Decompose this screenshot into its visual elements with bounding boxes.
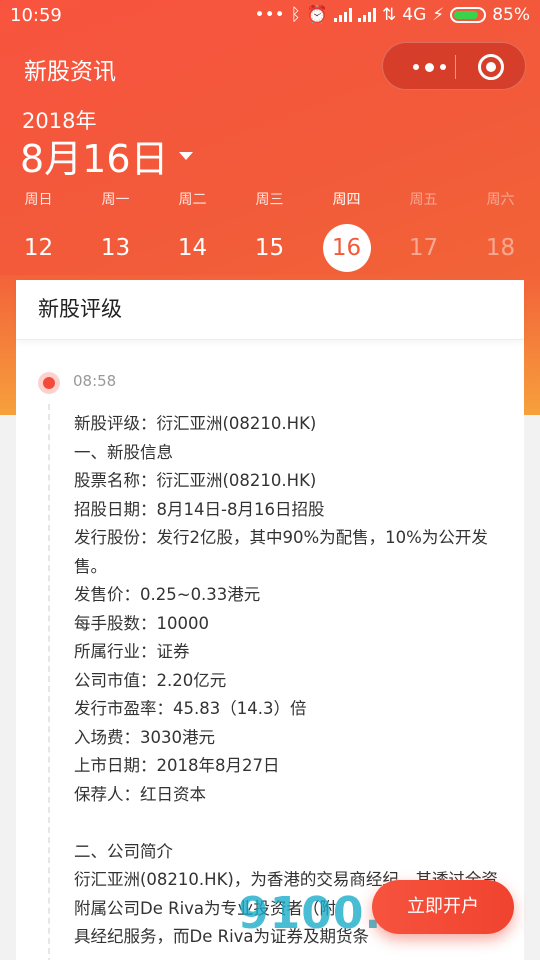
week-day[interactable]: 周六 18 [462,188,539,272]
info-line: 所属行业：证券 [74,642,190,661]
info-line: 招股日期：8月14日-8月16日招股 [74,499,325,519]
weekday-label: 周五 [409,192,438,208]
entry-content[interactable]: 新股评级：衍汇亚洲(08210.HK) 一、新股信息 股票名称：衍汇亚洲(082… [74,410,514,952]
battery-icon [450,7,487,23]
info-line: 发行市盈率：45.83（14.3）倍 [74,699,307,718]
timeline-line [48,404,50,960]
entry-headline: 新股评级：衍汇亚洲(08210.HK) [74,414,317,433]
day-number: 16 [322,224,371,272]
mini-program-capsule [382,42,526,90]
news-card: 新股评级 08:58 新股评级：衍汇亚洲(08210.HK) 一、新股信息 股票… [16,280,524,960]
alarm-icon: ⏰ [306,5,329,25]
weekday-label: 周四 [332,192,361,208]
entry-time: 08:58 [73,372,117,390]
info-line: 发行股份：发行2亿股，其中90%为配售，10%为公开发售。 [74,528,488,576]
charging-icon: ⚡ [432,5,445,25]
day-number: 18 [485,235,516,261]
signal-icon [334,8,353,22]
info-line: 每手股数：10000 [74,613,209,633]
day-number: 14 [177,235,208,261]
info-line: 股票名称：衍汇亚洲(08210.HK) [74,471,317,490]
day-number: 17 [408,235,439,261]
signal-icon [358,8,377,22]
network-type: 4G [402,5,427,25]
section-heading: 一、新股信息 [74,442,173,462]
card-title: 新股评级 [16,280,524,340]
day-number: 13 [100,235,131,261]
page-title: 新股资讯 [24,59,116,85]
weekday-label: 周二 [178,192,207,208]
info-line: 公司市值：2.20亿元 [74,670,227,690]
info-line: 保荐人：红日资本 [74,784,206,804]
bluetooth-icon: ᛒ [290,5,301,25]
capsule-divider [455,55,456,79]
week-day[interactable]: 周三 15 [231,188,308,272]
weekday-label: 周一 [101,192,130,208]
timeline-dot-icon [38,372,60,394]
weekday-label: 周六 [486,192,515,208]
more-dots-icon[interactable] [403,57,455,77]
caret-down-icon [178,151,193,160]
weekday-label: 周日 [24,192,53,208]
battery-percent: 85% [492,5,530,25]
status-icons: ••• ᛒ ⏰ ⇅ 4G ⚡ 85% [255,5,530,25]
info-line: 入场费：3030港元 [74,727,215,747]
status-bar: 10:59 ••• ᛒ ⏰ ⇅ 4G ⚡ 85% [0,0,540,32]
week-day[interactable]: 周五 17 [385,188,462,272]
info-line: 发售价：0.25~0.33港元 [74,585,261,604]
week-strip: 周日 12 周一 13 周二 14 周三 15 周四 16 周五 17 周六 1… [0,188,540,272]
info-line: 上市日期：2018年8月27日 [74,756,280,775]
section-heading: 二、公司简介 [74,841,173,861]
status-time: 10:59 [10,5,62,26]
week-day-selected[interactable]: 周四 16 [308,188,385,272]
week-day[interactable]: 周一 13 [77,188,154,272]
week-day[interactable]: 周日 12 [0,188,77,272]
data-arrows-icon: ⇅ [382,5,397,25]
more-dots-icon: ••• [254,5,285,25]
day-number: 15 [254,235,285,261]
target-close-icon[interactable] [478,54,504,80]
day-number: 12 [23,235,54,261]
open-account-button[interactable]: 立即开户 [372,880,514,934]
date-label: 8月16日 [20,137,169,181]
week-day[interactable]: 周二 14 [154,188,231,272]
date-picker[interactable]: 8月16日 [20,128,193,183]
weekday-label: 周三 [255,192,284,208]
